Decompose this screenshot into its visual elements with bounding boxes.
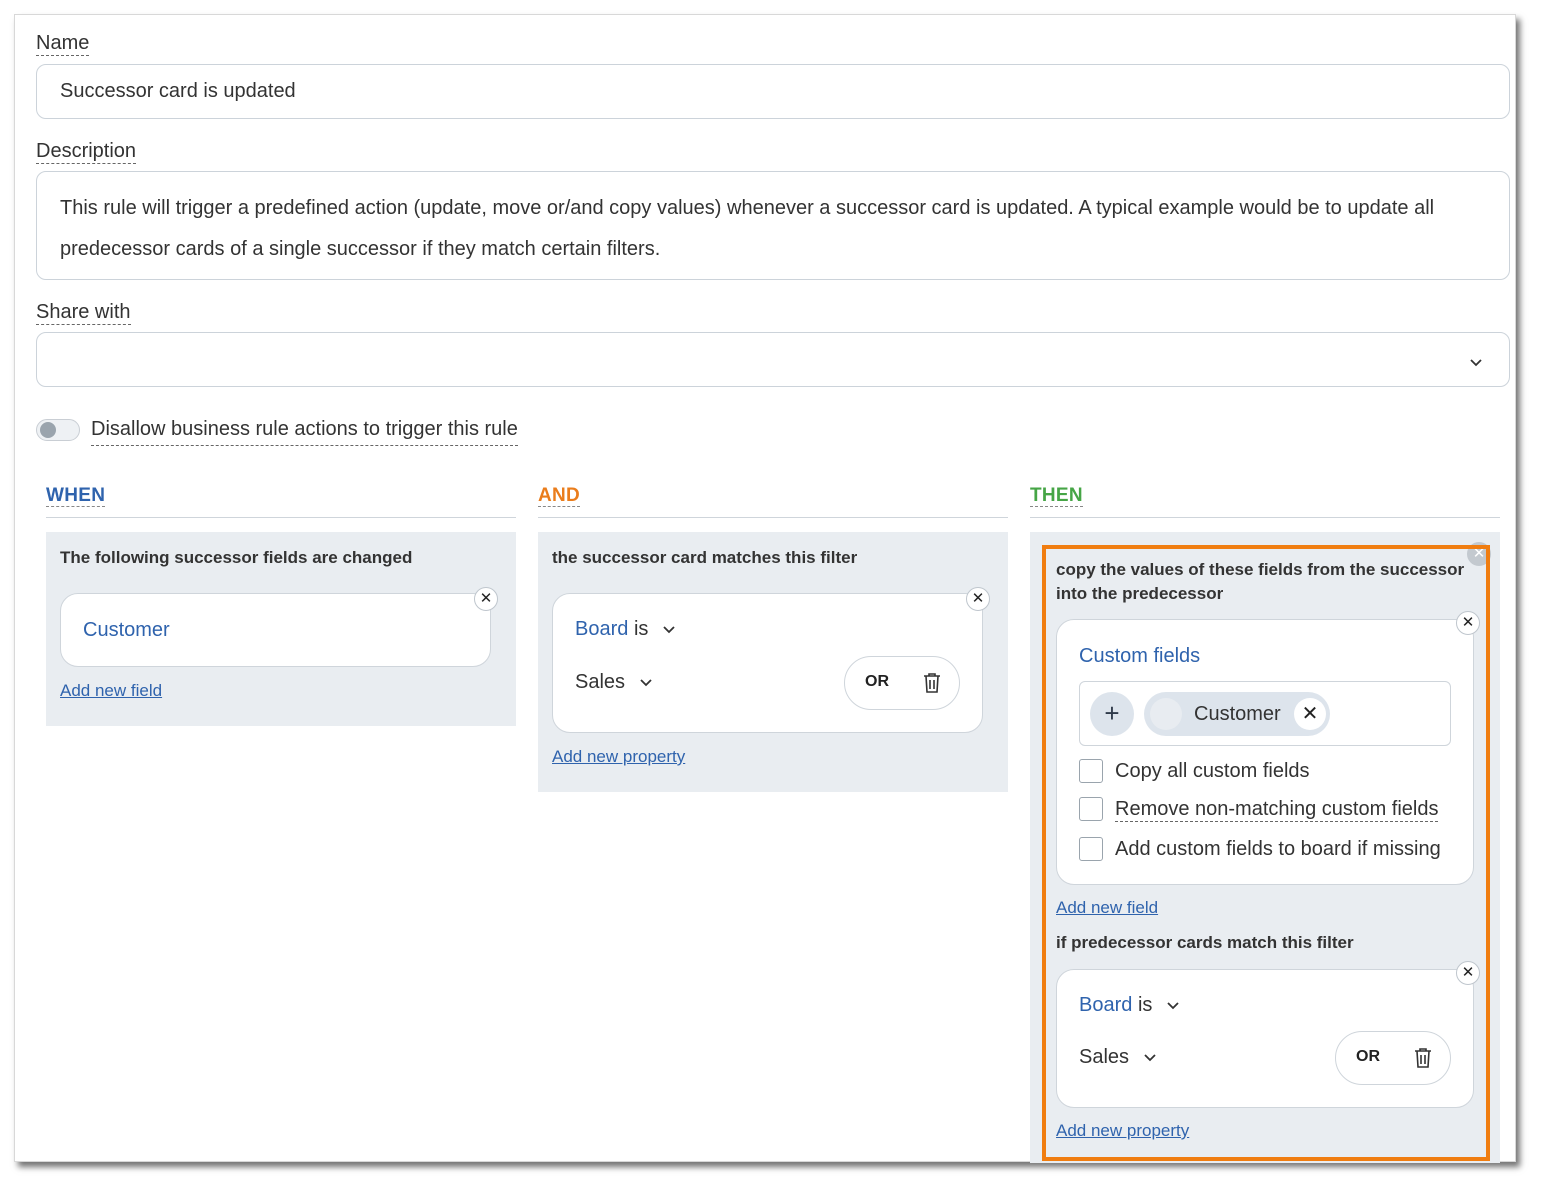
- close-icon[interactable]: ✕: [1456, 611, 1480, 635]
- name-input-value: Successor card is updated: [60, 80, 296, 102]
- then-property-name: Board: [1079, 994, 1133, 1016]
- then-operator: is: [1137, 994, 1153, 1016]
- custom-fields-label: Custom fields: [1079, 645, 1201, 667]
- then-filter-card: Board is Sales OR: [1056, 969, 1474, 1108]
- copy-all-label: Copy all custom fields: [1115, 760, 1310, 782]
- name-label: Name: [36, 32, 90, 56]
- close-icon[interactable]: ✕: [1456, 961, 1480, 985]
- and-operator: is: [633, 618, 649, 640]
- custom-fields-multiselect[interactable]: + Customer ✕: [1079, 681, 1451, 746]
- chip-label: Customer: [1194, 703, 1281, 725]
- chevron-down-icon: [662, 618, 676, 641]
- description-label: Description: [36, 140, 137, 164]
- then-panel: ✕ copy the values of these fields from t…: [1030, 532, 1500, 1163]
- then-value: Sales: [1079, 1046, 1130, 1068]
- share-with-select[interactable]: [36, 332, 1510, 387]
- trash-icon[interactable]: [1414, 1047, 1432, 1074]
- remove-non-matching-label: Remove non-matching custom fields: [1115, 798, 1439, 822]
- then-fields-card: Custom fields + Customer ✕ Copy all cust…: [1056, 619, 1474, 885]
- trash-icon[interactable]: [923, 672, 941, 699]
- plus-icon[interactable]: +: [1090, 692, 1134, 736]
- name-input[interactable]: Successor card is updated: [36, 64, 1510, 119]
- then-add-field-link[interactable]: Add new field: [1056, 898, 1158, 918]
- chip-avatar: [1150, 698, 1182, 730]
- and-value-select[interactable]: Sales: [575, 671, 653, 694]
- toggle-knob: [40, 422, 56, 438]
- disallow-toggle-label: Disallow business rule actions to trigge…: [91, 418, 518, 446]
- add-missing-checkbox[interactable]: [1079, 837, 1103, 861]
- and-property-select[interactable]: Board is: [575, 618, 676, 641]
- then-value-select[interactable]: Sales: [1079, 1046, 1157, 1069]
- then-title: copy the values of these fields from the…: [1056, 560, 1465, 603]
- and-title: the successor card matches this filter: [552, 548, 858, 567]
- or-button[interactable]: OR: [1356, 1048, 1380, 1066]
- when-field-name: Customer: [83, 619, 170, 641]
- when-title: The following successor fields are chang…: [60, 548, 413, 567]
- and-add-property-link[interactable]: Add new property: [552, 747, 685, 767]
- description-textarea[interactable]: This rule will trigger a predefined acti…: [36, 171, 1510, 280]
- then-or-pill: OR: [1335, 1031, 1451, 1085]
- when-field-card[interactable]: Customer: [60, 593, 491, 667]
- and-filter-card: Board is Sales OR: [552, 593, 983, 733]
- chevron-down-icon: [1166, 994, 1180, 1017]
- field-chip: Customer ✕: [1144, 692, 1330, 736]
- close-icon[interactable]: ✕: [966, 587, 990, 611]
- chevron-down-icon: [1143, 1046, 1157, 1069]
- and-heading: AND: [538, 485, 581, 507]
- and-panel: the successor card matches this filter B…: [538, 532, 1008, 792]
- close-icon[interactable]: ✕: [1294, 698, 1326, 730]
- add-missing-label: Add custom fields to board if missing: [1115, 838, 1441, 860]
- chevron-down-icon: [639, 671, 653, 694]
- when-divider: [46, 517, 516, 518]
- then-add-property-link[interactable]: Add new property: [1056, 1121, 1189, 1141]
- rule-editor: Name Successor card is updated Descripti…: [14, 14, 1516, 1163]
- when-add-field-link[interactable]: Add new field: [60, 681, 162, 701]
- disallow-toggle[interactable]: [36, 419, 80, 441]
- copy-all-checkbox[interactable]: [1079, 759, 1103, 783]
- description-textarea-value: This rule will trigger a predefined acti…: [60, 197, 1435, 260]
- and-divider: [538, 517, 1008, 518]
- and-value: Sales: [575, 671, 626, 693]
- then-property-select[interactable]: Board is: [1079, 994, 1180, 1017]
- share-with-label: Share with: [36, 301, 131, 325]
- or-button[interactable]: OR: [865, 673, 889, 691]
- chevron-down-icon: [1469, 351, 1483, 374]
- when-panel: The following successor fields are chang…: [46, 532, 516, 726]
- and-or-pill: OR: [844, 656, 960, 710]
- remove-non-matching-checkbox[interactable]: [1079, 797, 1103, 821]
- then-heading: THEN: [1030, 485, 1083, 507]
- close-icon[interactable]: ✕: [474, 587, 498, 611]
- then-divider: [1030, 517, 1500, 518]
- and-property-name: Board: [575, 618, 629, 640]
- when-heading: WHEN: [46, 485, 106, 507]
- then-filter-title: if predecessor cards match this filter: [1056, 933, 1354, 952]
